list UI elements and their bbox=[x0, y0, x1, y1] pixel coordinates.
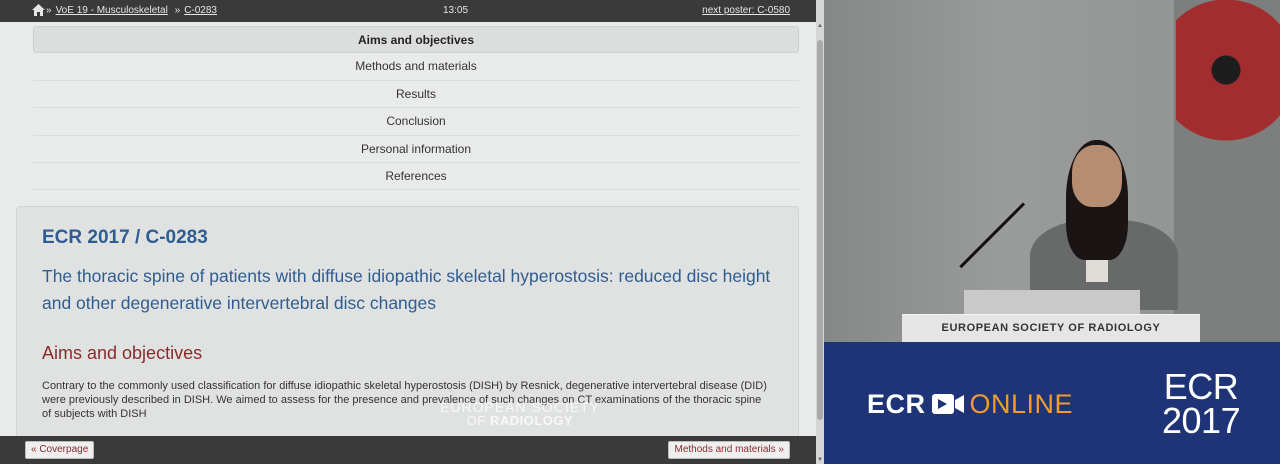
nav-item-aims[interactable]: Aims and objectives bbox=[33, 26, 799, 54]
next-poster-link[interactable]: next poster: C-0580 bbox=[702, 5, 790, 16]
podium-label: EUROPEAN SOCIETY OF RADIOLOGY bbox=[941, 322, 1161, 334]
ecr-online-banner: ECR ONLINE ECR 2017 bbox=[824, 342, 1280, 464]
watermark-line-1: EUROPEAN SOCIETY bbox=[440, 399, 600, 415]
nav-item-personal-info[interactable]: Personal information bbox=[33, 136, 799, 163]
logo-year-number: 2017 bbox=[1162, 400, 1241, 441]
podium-top bbox=[964, 290, 1140, 314]
nav-item-conclusion[interactable]: Conclusion bbox=[33, 108, 799, 136]
presenter-video: EUROPEAN SOCIETY OF RADIOLOGY ECR ONLINE… bbox=[824, 0, 1280, 464]
poster-title: The thoracic spine of patients with diff… bbox=[42, 266, 771, 313]
nav-item-results[interactable]: Results bbox=[33, 81, 799, 109]
scroll-up-arrow-icon[interactable]: ▲ bbox=[816, 22, 824, 30]
presenter-face bbox=[1072, 145, 1122, 207]
presenter-figure bbox=[1030, 140, 1178, 310]
ecr-online-logo: ECR ONLINE bbox=[867, 390, 1073, 418]
nav-item-references[interactable]: References bbox=[33, 163, 799, 191]
poster-viewer: » VoE 19 - Musculoskeletal » C-0283 13:0… bbox=[0, 0, 824, 464]
home-icon[interactable] bbox=[32, 4, 45, 16]
breadcrumb-link-session[interactable]: VoE 19 - Musculoskeletal bbox=[56, 5, 168, 16]
logo-online-text: ONLINE bbox=[969, 389, 1074, 419]
watermark-radiology: RADIOLOGY bbox=[489, 413, 574, 428]
scroll-down-arrow-icon[interactable]: ▼ bbox=[816, 456, 824, 464]
breadcrumb-separator: » bbox=[46, 5, 52, 16]
esr-watermark: EUROPEAN SOCIETY OF RADIOLOGY bbox=[440, 400, 600, 428]
section-heading: Aims and objectives bbox=[42, 343, 203, 363]
watermark-of: OF bbox=[466, 413, 490, 428]
logo-ecr-text: ECR bbox=[867, 389, 926, 419]
breadcrumb-link-poster[interactable]: C-0283 bbox=[184, 5, 217, 16]
ecr-2017-logo: ECR 2017 bbox=[1162, 366, 1241, 441]
breadcrumb: » VoE 19 - Musculoskeletal » C-0283 bbox=[46, 5, 217, 16]
bottom-bar: « Coverpage Methods and materials » bbox=[0, 436, 816, 464]
nav-item-methods[interactable]: Methods and materials bbox=[33, 53, 799, 81]
section-nav: Aims and objectives Methods and material… bbox=[33, 26, 799, 191]
flower-decoration bbox=[1176, 0, 1280, 200]
breadcrumb-separator: » bbox=[171, 5, 181, 16]
coverpage-button[interactable]: « Coverpage bbox=[25, 441, 95, 459]
section-body-text: Contrary to the commonly used classifica… bbox=[42, 380, 767, 420]
watermark-line-2: OF RADIOLOGY bbox=[440, 414, 600, 428]
play-camera-icon bbox=[931, 394, 964, 414]
top-bar: » VoE 19 - Musculoskeletal » C-0283 13:0… bbox=[0, 0, 816, 22]
next-section-button[interactable]: Methods and materials » bbox=[668, 441, 790, 459]
clock-time: 13:05 bbox=[443, 5, 469, 16]
logo-year-ecr: ECR bbox=[1163, 366, 1239, 407]
vertical-scrollbar[interactable]: ▲ ▼ bbox=[816, 0, 824, 464]
poster-code: ECR 2017 / C-0283 bbox=[42, 227, 208, 248]
scrollbar-thumb[interactable] bbox=[817, 40, 823, 420]
poster-content-card: ECR 2017 / C-0283 The thoracic spine of … bbox=[16, 206, 799, 446]
